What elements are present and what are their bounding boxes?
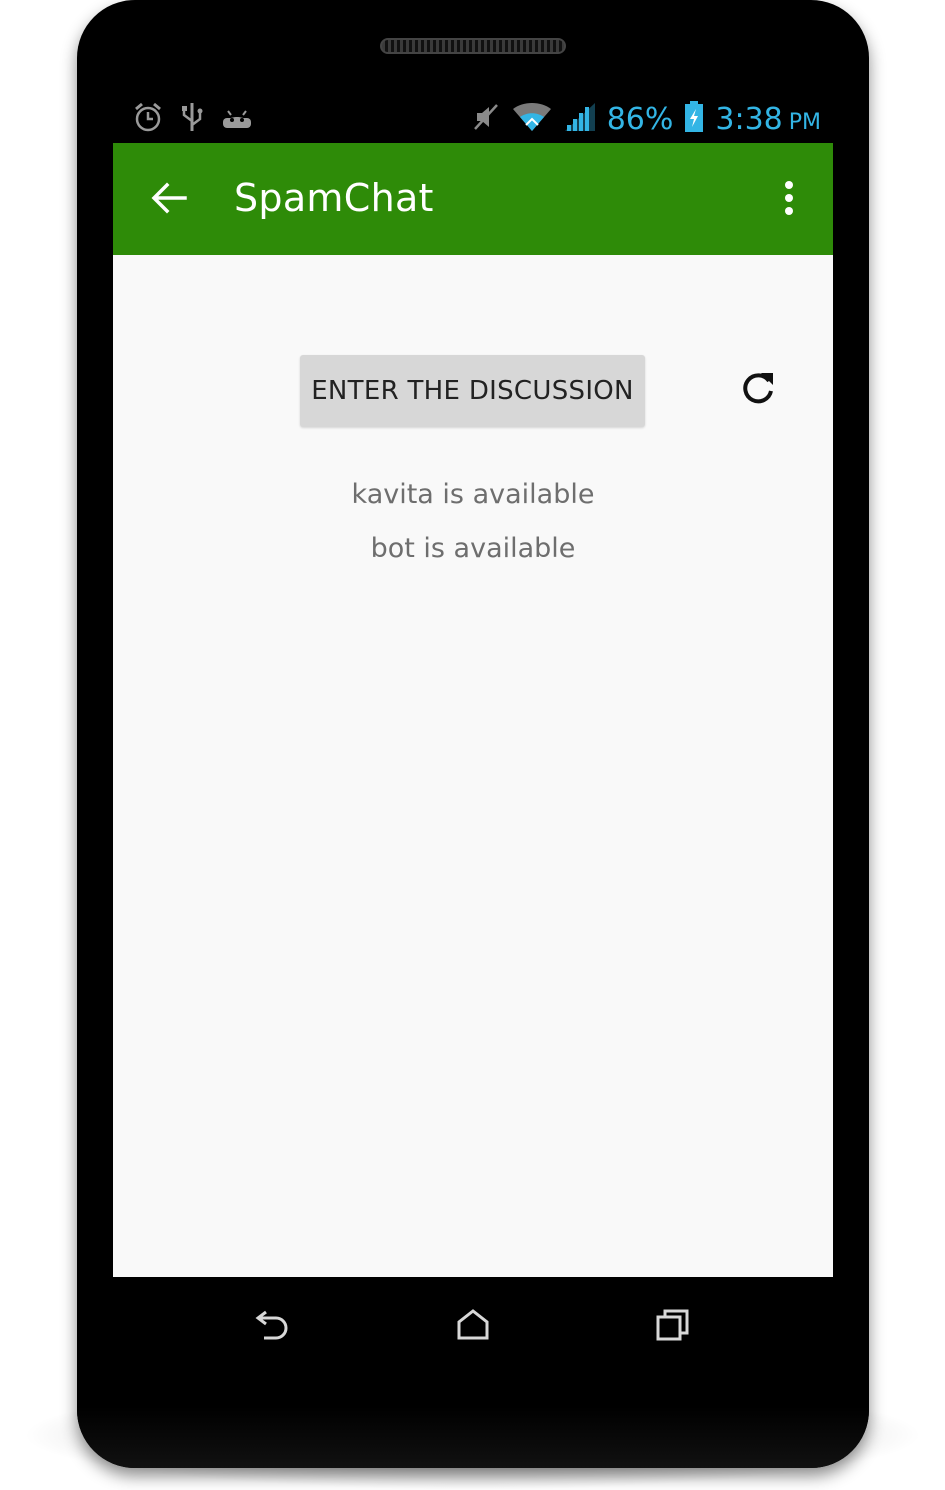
- status-bar: 86% 3:38 PM: [113, 95, 833, 143]
- phone-chin: [77, 1406, 869, 1468]
- alarm-icon: [133, 101, 163, 138]
- available-users-list: kavita is available bot is available: [113, 475, 833, 583]
- app-title: SpamChat: [234, 176, 434, 220]
- status-left-icons: [133, 101, 253, 137]
- user-status-item: bot is available: [370, 533, 576, 564]
- back-nav-icon: [254, 1308, 292, 1347]
- clock-am-pm: PM: [788, 109, 821, 135]
- nav-home-button[interactable]: [443, 1301, 503, 1353]
- arrow-left-icon: [149, 178, 189, 223]
- nav-back-button[interactable]: [243, 1301, 303, 1353]
- status-right-icons: 86% 3:38 PM: [471, 99, 821, 139]
- battery-charging-icon: [683, 100, 705, 139]
- speaker-grille: [380, 38, 566, 54]
- recents-icon: [655, 1308, 691, 1347]
- nav-recents-button[interactable]: [643, 1301, 703, 1353]
- signal-icon: [563, 101, 597, 138]
- wifi-icon: [511, 101, 553, 138]
- mute-icon: [471, 101, 501, 138]
- home-icon: [455, 1308, 491, 1347]
- overflow-menu-button[interactable]: [767, 173, 811, 227]
- enter-discussion-button[interactable]: ENTER THE DISCUSSION: [300, 355, 645, 427]
- main-content: ENTER THE DISCUSSION kavita is available…: [113, 255, 833, 1277]
- back-button[interactable]: [139, 173, 199, 227]
- clock-time: 3:38: [715, 101, 783, 137]
- refresh-button[interactable]: [733, 365, 783, 415]
- more-vert-icon: [783, 180, 795, 221]
- refresh-icon: [739, 369, 777, 412]
- app-bar: SpamChat: [113, 143, 833, 255]
- usb-icon: [181, 101, 203, 138]
- android-debug-icon: [221, 104, 253, 135]
- battery-percent: 86%: [606, 101, 674, 137]
- navigation-bar: [113, 1277, 833, 1377]
- user-status-item: kavita is available: [351, 479, 595, 510]
